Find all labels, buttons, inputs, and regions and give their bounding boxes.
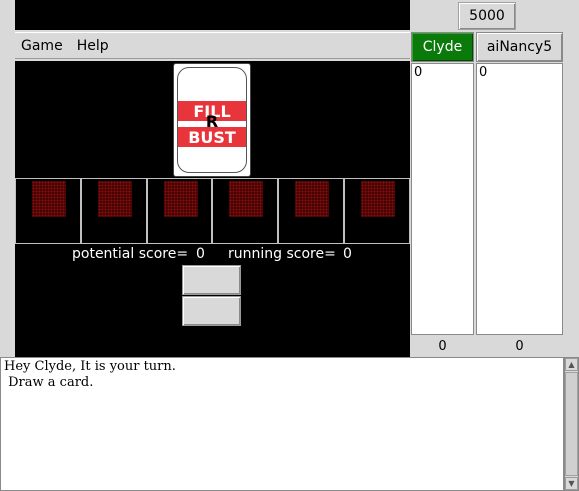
potential-score-value: 0 [196, 246, 205, 262]
message-scrollbar[interactable]: ▲ ▼ [564, 357, 579, 491]
menu-bar: Game Help [15, 32, 410, 59]
score-list-ainancy5[interactable]: 0 [476, 63, 563, 335]
message-line: Draw a card. [4, 375, 94, 390]
action-button-2[interactable] [182, 296, 241, 326]
score-line: potential score= 0 running score= 0 [15, 245, 410, 265]
message-line: Hey Clyde, It is your turn. [4, 359, 176, 374]
score-list-clyde[interactable]: 0 [411, 63, 474, 335]
card-back [97, 181, 132, 217]
card-slot-row [15, 178, 410, 244]
card-back [295, 181, 330, 217]
action-button-1[interactable] [182, 265, 241, 295]
draw-deck-card[interactable]: FILL BUST R [173, 63, 251, 177]
card-slot[interactable] [278, 178, 345, 244]
card-slot[interactable] [344, 178, 410, 244]
target-score-button[interactable]: 5000 [458, 2, 516, 30]
deck-card-face: FILL BUST R [177, 67, 247, 173]
player-button-clyde[interactable]: Clyde [411, 32, 474, 62]
score-entry: 0 [414, 65, 423, 80]
total-score-ainancy5: 0 [515, 338, 524, 354]
card-back [229, 181, 264, 217]
board-top-strip [15, 0, 410, 30]
scroll-up-arrow-icon[interactable]: ▲ [565, 358, 578, 371]
scroll-down-arrow-icon[interactable]: ▼ [565, 477, 578, 490]
card-slot[interactable] [15, 178, 81, 244]
running-score-label: running score= [228, 246, 336, 262]
card-back [163, 181, 198, 217]
card-slot[interactable] [146, 178, 213, 244]
card-slot[interactable] [212, 178, 279, 244]
deck-letter: R [205, 112, 219, 131]
card-slot[interactable] [80, 178, 147, 244]
menu-game[interactable]: Game [21, 38, 63, 54]
potential-score-label: potential score= [72, 246, 189, 262]
scroll-thumb[interactable] [565, 372, 578, 476]
running-score-value: 0 [343, 246, 352, 262]
card-back [32, 181, 66, 217]
message-log[interactable]: Hey Clyde, It is your turn. Draw a card. [0, 357, 564, 491]
score-entry: 0 [479, 65, 488, 80]
card-back [361, 181, 396, 217]
player-button-ainancy5[interactable]: aiNancy5 [476, 32, 563, 62]
total-score-clyde: 0 [438, 338, 447, 354]
menu-help[interactable]: Help [77, 38, 109, 54]
